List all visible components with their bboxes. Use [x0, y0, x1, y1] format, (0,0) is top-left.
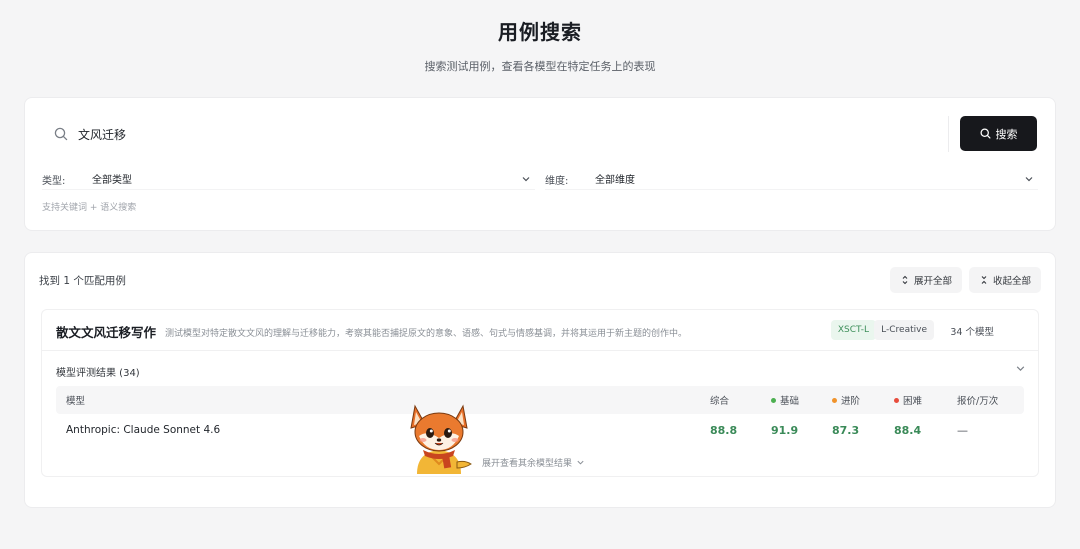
search-button-label: 搜索: [995, 127, 1018, 141]
collapse-all-label: 收起全部: [993, 276, 1032, 287]
row-overall: 88.8: [710, 423, 738, 437]
table-header: 模型 综合 基础 进阶 困难 报价/万次: [56, 386, 1024, 414]
filter-row: 类型: 全部类型 维度: 全部维度: [42, 168, 1038, 190]
case-tag: L-Creative: [874, 320, 934, 340]
dimension-select[interactable]: 维度: 全部维度: [545, 168, 1038, 190]
header-hard-label: 困难: [903, 396, 923, 407]
case-title: 散文文风迁移写作: [56, 325, 157, 340]
chevron-down-icon[interactable]: [1015, 363, 1026, 374]
header-basic-label: 基础: [780, 396, 800, 407]
basic-dot: [771, 397, 776, 403]
case-header[interactable]: 散文文风迁移写作 测试模型对特定散文文风的理解与迁移能力，考察其能否捕捉原文的意…: [56, 320, 1024, 342]
search-button[interactable]: 搜索: [960, 116, 1037, 151]
header-overall: 综合: [710, 396, 730, 407]
table-row[interactable]: Anthropic: Claude Sonnet 4.6 88.8 91.9 8…: [56, 414, 1024, 446]
header-hard: 困难: [894, 386, 922, 414]
hard-dot: [894, 397, 899, 403]
show-more-link[interactable]: 展开查看其余模型结果: [482, 456, 585, 469]
dimension-select-value: 全部维度: [595, 175, 635, 186]
page-title: 用例搜索: [498, 20, 582, 44]
search-icon: [979, 128, 991, 139]
results-table: 模型 综合 基础 进阶 困难 报价/万次 Anthropic: Claude S…: [56, 386, 1024, 446]
search-icon: [54, 127, 68, 141]
row-hard: 88.4: [894, 423, 922, 437]
show-more-label: 展开查看其余模型结果: [482, 459, 573, 469]
expand-all-label: 展开全部: [914, 276, 953, 287]
case-description: 测试模型对特定散文文风的理解与迁移能力，考察其能否捕捉原文的意象、语感、句式与情…: [165, 329, 688, 339]
results-header: 找到 1 个匹配用例 展开全部 收起全部: [39, 267, 1041, 293]
hero: 用例搜索 搜索测试用例，查看各模型在特定任务上的表现: [0, 18, 1080, 75]
search-hint: 支持关键词 + 语义搜索: [42, 203, 137, 213]
header-model: 模型: [66, 396, 86, 407]
header-basic: 基础: [771, 386, 799, 414]
row-model: Anthropic: Claude Sonnet 4.6: [66, 424, 221, 436]
type-label: 类型:: [42, 176, 66, 187]
chevron-down-icon: [577, 460, 584, 465]
row-price: —: [957, 423, 968, 437]
expand-all-button[interactable]: 展开全部: [890, 267, 962, 293]
eval-header[interactable]: 模型评测结果 (34): [56, 361, 1026, 379]
row-basic: 91.9: [771, 423, 799, 437]
divider: [42, 350, 1038, 351]
header-advanced-label: 进阶: [841, 396, 861, 407]
case-item: 散文文风迁移写作 测试模型对特定散文文风的理解与迁移能力，考察其能否捕捉原文的意…: [41, 309, 1039, 477]
fox-mascot: [410, 404, 472, 474]
case-tag: XSCT-L: [830, 320, 876, 340]
expand-arrows-icon: [902, 275, 908, 285]
dimension-label: 维度:: [545, 176, 569, 187]
search-row: 搜索: [41, 116, 1037, 152]
search-input-wrap: [41, 116, 949, 152]
collapse-all-button[interactable]: 收起全部: [969, 267, 1041, 293]
eval-title: 模型评测结果 (34): [56, 368, 140, 379]
page: 用例搜索 搜索测试用例，查看各模型在特定任务上的表现 搜索 类型:: [0, 0, 1080, 549]
collapse-arrows-icon: [981, 276, 987, 284]
page-subtitle: 搜索测试用例，查看各模型在特定任务上的表现: [424, 60, 656, 73]
advanced-dot: [832, 397, 837, 403]
row-advanced: 87.3: [832, 423, 860, 437]
type-select-value: 全部类型: [92, 175, 132, 186]
type-select[interactable]: 类型: 全部类型: [42, 168, 535, 190]
results-card: 找到 1 个匹配用例 展开全部 收起全部 散文文风迁移写作 测试模型对特定散文文…: [24, 252, 1056, 508]
search-input[interactable]: [41, 116, 948, 152]
results-count: 找到 1 个匹配用例: [39, 275, 126, 287]
case-model-count: 34 个模型: [950, 327, 994, 338]
search-card: 搜索 类型: 全部类型 维度: 全部维度 支持关键词 + 语义搜索: [24, 97, 1056, 231]
chevron-down-icon: [1025, 176, 1033, 181]
header-advanced: 进阶: [832, 386, 860, 414]
chevron-down-icon: [522, 176, 530, 181]
header-price: 报价/万次: [957, 396, 999, 407]
